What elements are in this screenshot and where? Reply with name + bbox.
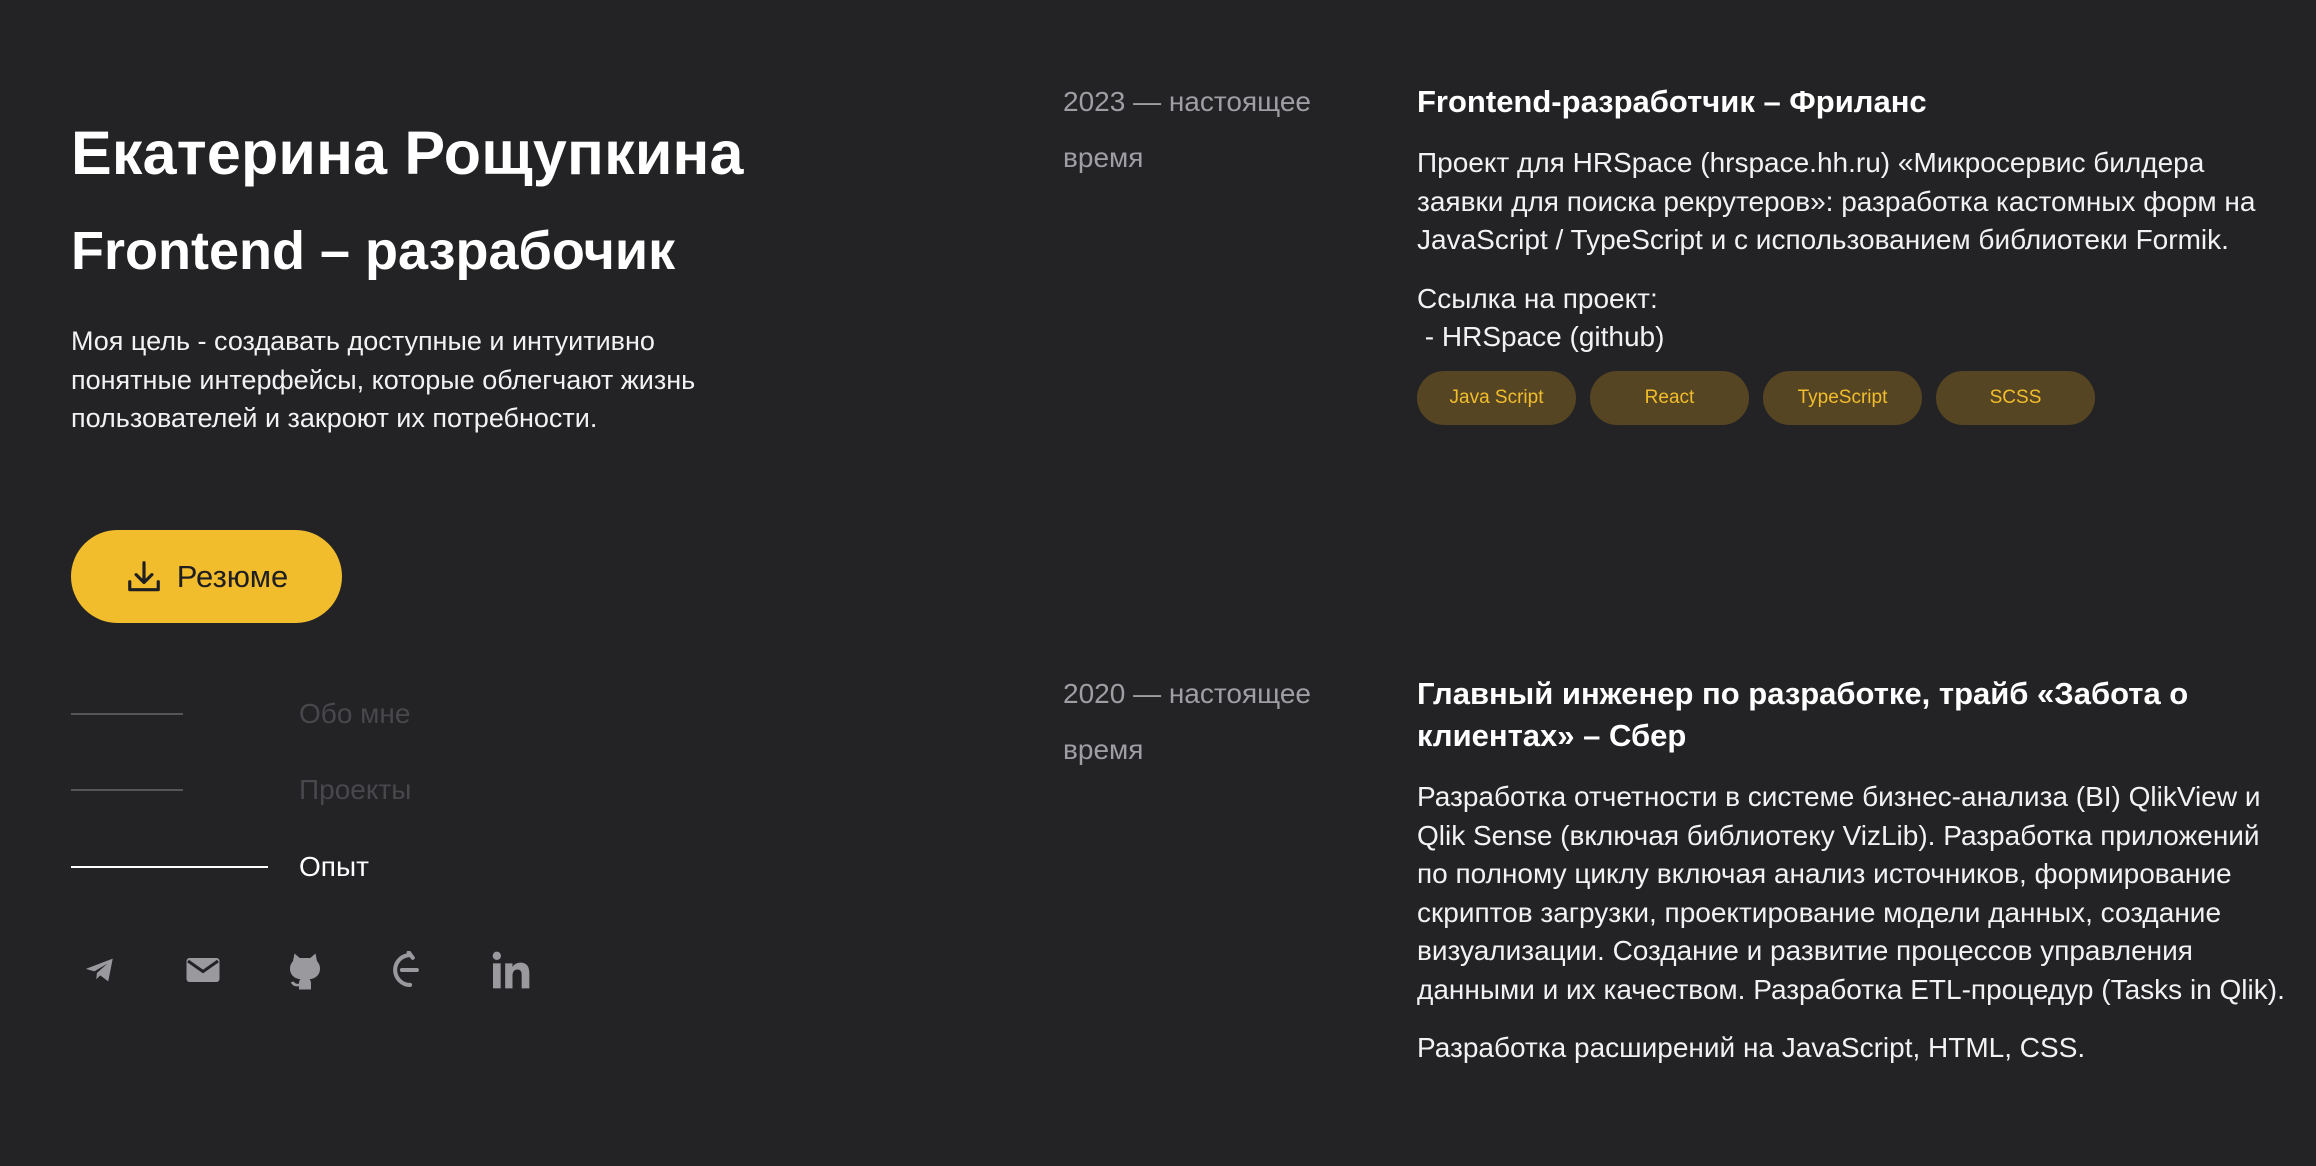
experience-period: 2023 — настоящее время — [1063, 86, 1311, 173]
habr-link[interactable] — [389, 942, 491, 998]
nav-item-label: Проекты — [299, 774, 412, 805]
profile-about: Моя цель - создавать доступные и интуити… — [71, 326, 696, 433]
job-description: Разработка отчетности в системе бизнес-а… — [1417, 781, 2285, 1005]
experience-period: 2020 — настоящее время — [1063, 678, 1311, 765]
nav-item-label: Опыт — [299, 851, 369, 882]
project-links: Ссылка на проект: - HRSpace (github) — [1417, 280, 2297, 357]
tech-tags: Java Script React TypeScript SCSS — [1417, 370, 2297, 425]
experience-content: Frontend-разработчик – Фриланс Проект дл… — [1417, 74, 2297, 425]
nav-item-label: Обо мне — [299, 698, 411, 729]
linkedin-icon — [491, 950, 531, 990]
mail-icon — [185, 955, 221, 985]
project-link-row: - HRSpace (github) — [1417, 321, 1665, 352]
tech-tag: Java Script — [1417, 370, 1576, 425]
telegram-icon — [83, 953, 117, 987]
habr-icon — [389, 951, 423, 989]
github-link[interactable] — [287, 942, 389, 998]
nav-item-experience[interactable]: Опыт — [71, 847, 369, 887]
project-link[interactable]: HRSpace (github) — [1442, 321, 1665, 352]
download-icon — [125, 558, 163, 596]
resume-button-label: Резюме — [176, 558, 289, 594]
job-title: Frontend-разработчик – Фриланс — [1417, 84, 1927, 119]
tech-tag: TypeScript — [1763, 370, 1922, 425]
social-links — [83, 942, 593, 998]
nav-item-about[interactable]: Обо мне — [71, 694, 410, 734]
tech-tag: SCSS — [1936, 370, 2095, 425]
nav-indicator-line — [71, 866, 268, 868]
job-title: Главный инженер по разработке, трайб «За… — [1417, 676, 2189, 753]
profile-role: Frontend – разрабочик — [71, 221, 676, 281]
experience-content: Главный инженер по разработке, трайб «За… — [1417, 666, 2297, 1068]
project-links-label: Ссылка на проект: — [1417, 282, 1658, 314]
job-description: Проект для HRSpace (hrspace.hh.ru) «Микр… — [1417, 147, 2256, 255]
nav-item-projects[interactable]: Проекты — [71, 770, 411, 810]
resume-download-button[interactable]: Резюме — [71, 530, 342, 623]
job-description: Разработка расширений на JavaScript, HTM… — [1417, 1032, 2086, 1063]
github-icon — [287, 950, 323, 990]
linkedin-link[interactable] — [491, 942, 593, 998]
nav-indicator-line — [71, 789, 183, 791]
mail-link[interactable] — [185, 942, 287, 998]
nav-indicator-line — [71, 713, 183, 715]
profile-name: Екатерина Рощупкина — [71, 119, 744, 187]
tech-tag: React — [1590, 370, 1749, 425]
telegram-link[interactable] — [83, 942, 185, 998]
